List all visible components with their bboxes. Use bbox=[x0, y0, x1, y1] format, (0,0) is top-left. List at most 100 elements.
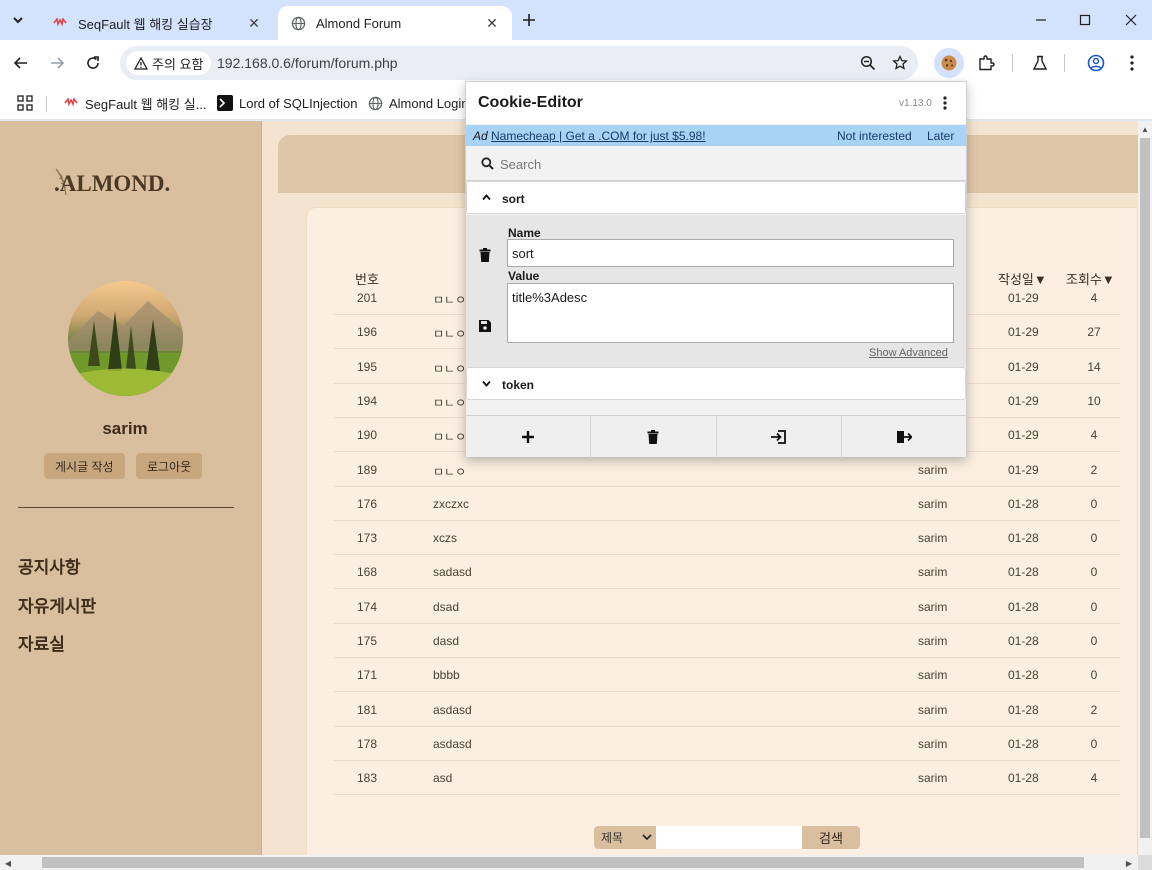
delete-cookie-button[interactable] bbox=[478, 248, 492, 262]
horizontal-scroll-thumb[interactable] bbox=[42, 857, 1084, 868]
close-icon[interactable]: ✕ bbox=[246, 15, 262, 31]
extensions-button[interactable] bbox=[971, 48, 1001, 78]
post-title[interactable]: zxczxc bbox=[433, 497, 469, 511]
export-button[interactable] bbox=[842, 416, 966, 458]
cookie-name-input[interactable]: sort bbox=[507, 239, 954, 267]
post-title[interactable]: ㅁㄴㅇ bbox=[433, 325, 466, 342]
tab-seqfault[interactable]: SeqFault 웹 해킹 실습장 ✕ bbox=[40, 6, 274, 40]
search-input[interactable] bbox=[656, 826, 802, 849]
post-date: 01-28 bbox=[1008, 531, 1039, 546]
labs-button[interactable] bbox=[1025, 48, 1055, 78]
reload-icon bbox=[87, 56, 99, 69]
post-views: 0 bbox=[1090, 668, 1098, 683]
ad-not-interested[interactable]: Not interested bbox=[837, 129, 912, 143]
scroll-left-icon[interactable]: ◀ bbox=[3, 858, 13, 868]
browser-menu-button[interactable] bbox=[1117, 48, 1147, 78]
post-number: 196 bbox=[357, 325, 378, 340]
cookie-value-input[interactable]: title%3Adesc bbox=[507, 283, 954, 343]
post-title[interactable]: sadasd bbox=[433, 565, 472, 579]
post-title[interactable]: asdasd bbox=[433, 737, 472, 751]
post-views: 0 bbox=[1090, 496, 1098, 511]
minimize-button[interactable] bbox=[1029, 8, 1053, 32]
post-title[interactable]: ㅁㄴㅇ bbox=[433, 394, 466, 411]
bookmark-almond-login[interactable]: Almond Login bbox=[367, 93, 469, 113]
table-row[interactable]: 176 zxczxc sarim 01-28 0 bbox=[334, 487, 1120, 521]
post-date: 01-29 bbox=[1008, 428, 1039, 443]
security-chip[interactable]: 주의 요함 bbox=[126, 51, 212, 75]
bookmark-lord-of-sqlinjection[interactable]: Lord of SQLInjection bbox=[217, 93, 358, 113]
new-tab-button[interactable] bbox=[518, 9, 540, 31]
scrollbar-corner bbox=[1138, 855, 1152, 870]
sidebar-item-free-board[interactable]: 자유게시판 bbox=[18, 592, 96, 617]
search-icon bbox=[481, 157, 494, 170]
profile-button[interactable] bbox=[1081, 48, 1111, 78]
site-logo[interactable]: .ALMOND. bbox=[54, 171, 170, 197]
table-row[interactable]: 173 xczs sarim 01-28 0 bbox=[334, 521, 1120, 556]
logout-button[interactable]: 로그아웃 bbox=[136, 453, 203, 479]
search-field-select[interactable]: 제목 bbox=[594, 826, 656, 849]
show-advanced-link[interactable]: Show Advanced bbox=[869, 347, 948, 359]
scroll-up-icon[interactable]: ▲ bbox=[1140, 124, 1150, 134]
table-row[interactable]: 168 sadasd sarim 01-28 0 bbox=[334, 555, 1120, 590]
post-title[interactable]: ㅁㄴㅇ bbox=[433, 360, 466, 377]
ad-banner: Ad Namecheap | Get a .COM for just $5.98… bbox=[466, 125, 966, 146]
vertical-scrollbar[interactable]: ▲ bbox=[1138, 121, 1152, 855]
address-bar[interactable]: 주의 요함 192.168.0.6/forum/forum.php bbox=[120, 46, 918, 80]
tab-almond-forum[interactable]: Almond Forum ✕ bbox=[278, 6, 512, 40]
table-row[interactable]: 178 asdasd sarim 01-28 0 bbox=[334, 727, 1120, 761]
reload-button[interactable] bbox=[79, 49, 107, 77]
table-row[interactable]: 171 bbbb sarim 01-28 0 bbox=[334, 658, 1120, 693]
search-button[interactable]: 검색 bbox=[802, 826, 860, 849]
table-row[interactable]: 183 asd sarim 01-28 4 bbox=[334, 761, 1120, 796]
sidebar: .ALMOND. sarim 게시글 작성 로그아웃 공지사항 자유게시판 자료… bbox=[0, 121, 262, 855]
import-button[interactable] bbox=[717, 416, 842, 458]
cookie-item-sort[interactable]: sort bbox=[466, 181, 966, 214]
add-cookie-button[interactable] bbox=[466, 416, 592, 458]
ad-link[interactable]: Namecheap | Get a .COM for just $5.98! bbox=[491, 129, 706, 143]
tab-search-button[interactable] bbox=[6, 8, 30, 32]
save-cookie-button[interactable] bbox=[478, 319, 492, 333]
post-title[interactable]: bbbb bbox=[433, 668, 460, 682]
close-icon[interactable]: ✕ bbox=[484, 15, 500, 31]
post-number: 194 bbox=[357, 393, 378, 408]
ad-later[interactable]: Later bbox=[927, 129, 954, 143]
write-post-button[interactable]: 게시글 작성 bbox=[44, 453, 125, 479]
close-window-button[interactable] bbox=[1119, 8, 1143, 32]
forward-button[interactable] bbox=[43, 49, 71, 77]
bookmark-star-button[interactable] bbox=[889, 52, 911, 74]
table-row[interactable]: 181 asdasd sarim 01-28 2 bbox=[334, 693, 1120, 727]
post-title[interactable]: ㅁㄴㅇ bbox=[433, 428, 466, 445]
table-row[interactable]: 175 dasd sarim 01-28 0 bbox=[334, 624, 1120, 658]
cookie-editor-extension-button[interactable] bbox=[934, 48, 964, 78]
post-title[interactable]: asd bbox=[433, 771, 452, 785]
url-text[interactable]: 192.168.0.6/forum/forum.php bbox=[217, 55, 398, 71]
warning-icon bbox=[134, 56, 148, 70]
scroll-right-icon[interactable]: ▶ bbox=[1124, 858, 1134, 868]
sidebar-item-notice[interactable]: 공지사항 bbox=[18, 553, 81, 578]
post-number: 190 bbox=[357, 428, 378, 443]
vertical-scroll-thumb[interactable] bbox=[1140, 138, 1150, 838]
zoom-button[interactable] bbox=[857, 52, 879, 74]
landscape-image bbox=[68, 301, 183, 396]
post-title[interactable]: xczs bbox=[433, 531, 457, 545]
post-title[interactable]: dasd bbox=[433, 634, 459, 648]
post-title[interactable]: asdasd bbox=[433, 703, 472, 717]
delete-all-button[interactable] bbox=[591, 416, 717, 458]
sidebar-item-archive[interactable]: 자료실 bbox=[18, 630, 65, 655]
post-title[interactable]: ㅁㄴㅇ bbox=[433, 291, 466, 308]
back-button[interactable] bbox=[7, 49, 35, 77]
table-row[interactable]: 174 dsad sarim 01-28 0 bbox=[334, 590, 1120, 624]
cookie-item-token[interactable]: token bbox=[466, 367, 966, 400]
post-title[interactable]: ㅁㄴㅇ bbox=[433, 463, 466, 480]
apps-button[interactable] bbox=[17, 93, 33, 113]
post-title[interactable]: dsad bbox=[433, 600, 459, 614]
plus-icon bbox=[523, 14, 535, 26]
horizontal-scrollbar[interactable]: ◀ ▶ bbox=[0, 855, 1138, 870]
post-views: 0 bbox=[1090, 565, 1098, 580]
post-author: sarim bbox=[918, 634, 948, 648]
globe-icon bbox=[290, 15, 306, 31]
maximize-button[interactable] bbox=[1073, 8, 1097, 32]
bookmark-segfault[interactable]: SegFault 웹 해킹 실... bbox=[63, 93, 207, 113]
popup-menu-button[interactable] bbox=[938, 93, 952, 113]
cookie-search-input[interactable] bbox=[500, 152, 940, 176]
